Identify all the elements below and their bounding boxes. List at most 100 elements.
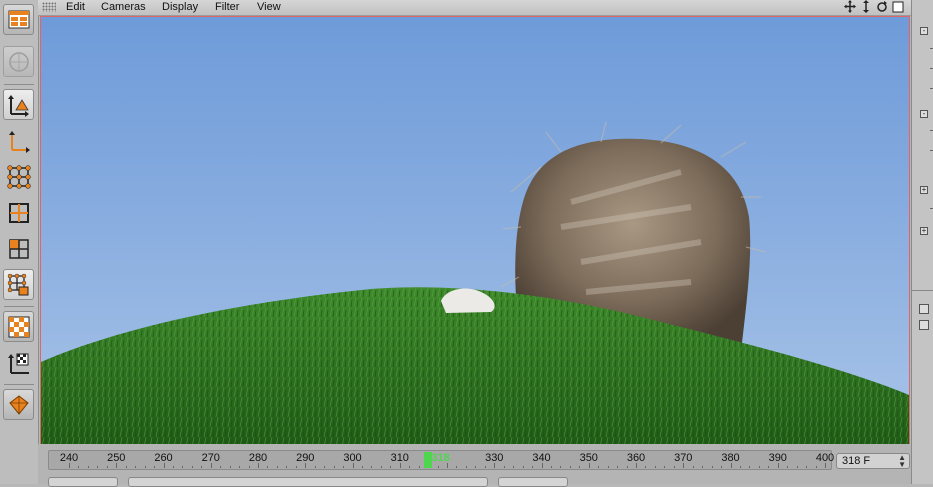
timeline-tick <box>172 466 174 468</box>
sculpt-button[interactable] <box>3 389 34 420</box>
timeline-tick <box>636 463 637 468</box>
timeline-tick <box>361 466 363 468</box>
timeline-tick <box>343 466 345 468</box>
timeline: 2402502602702802903003103203303403503603… <box>38 444 911 487</box>
object-axis-button[interactable] <box>3 125 34 156</box>
move-view-icon[interactable] <box>844 0 856 13</box>
viewport-render[interactable] <box>40 16 910 445</box>
timeline-tick <box>371 466 373 468</box>
timeline-tick <box>258 463 259 468</box>
timeline-tick <box>664 466 666 468</box>
timeline-tick <box>191 466 193 468</box>
rotate-view-icon[interactable] <box>876 0 888 13</box>
timeline-tick <box>125 466 127 468</box>
timeline-tick <box>673 466 675 468</box>
playhead-marker[interactable] <box>423 452 432 468</box>
timeline-tick <box>692 466 694 468</box>
timeline-tick <box>154 466 156 468</box>
model-mode-icon <box>8 95 29 117</box>
timeline-tick <box>87 466 89 468</box>
menu-view[interactable]: View <box>257 0 281 14</box>
start-frame-field[interactable] <box>48 477 118 487</box>
timeline-tick <box>267 466 269 468</box>
left-toolbar <box>0 0 39 484</box>
uvw-mode-icon <box>7 273 29 296</box>
timeline-tick <box>598 466 600 468</box>
texture-axis-icon <box>8 353 29 374</box>
timeline-tick <box>503 466 505 468</box>
timeline-tick <box>806 466 808 468</box>
timeline-tick <box>276 466 278 468</box>
texture-axis-button[interactable] <box>3 347 34 378</box>
expand-icon[interactable]: - <box>920 110 928 118</box>
timeline-tick <box>758 466 760 468</box>
timeline-tick <box>711 466 713 468</box>
right-panel: - - + + <box>911 0 933 484</box>
timeline-tick <box>796 466 798 468</box>
timeline-tick <box>295 466 297 468</box>
timeline-tick <box>465 466 467 468</box>
timeline-tick <box>380 466 382 468</box>
timeline-tick <box>305 463 307 468</box>
timeline-tick <box>815 466 817 468</box>
object-axis-icon <box>9 131 30 153</box>
expand-icon[interactable]: + <box>920 186 928 194</box>
timeline-tick <box>239 466 241 468</box>
timeline-tick <box>69 463 70 468</box>
timeline-tick <box>825 463 826 468</box>
stepper-arrows-icon[interactable]: ▲ ▼ <box>898 454 906 469</box>
current-frame-field[interactable]: 318 F ▲ ▼ <box>836 453 910 469</box>
timeline-tick <box>645 466 647 468</box>
scroll-box-icon[interactable] <box>919 320 929 330</box>
points-mode-button[interactable] <box>3 161 34 192</box>
scroll-box-icon[interactable] <box>919 304 929 314</box>
timeline-tick <box>333 466 335 468</box>
polygons-mode-icon <box>9 239 29 259</box>
timeline-tick <box>749 466 751 468</box>
timeline-tick <box>569 466 571 468</box>
sculpt-icon <box>9 395 29 415</box>
expand-icon[interactable]: - <box>920 27 928 35</box>
menu-display[interactable]: Display <box>162 0 198 14</box>
toggle-view-icon[interactable] <box>892 0 904 13</box>
timeline-tick <box>116 463 118 468</box>
timeline-tick <box>144 466 146 468</box>
timeline-tick <box>437 466 439 468</box>
menu-filter[interactable]: Filter <box>215 0 239 14</box>
timeline-tick <box>229 466 231 468</box>
timeline-tick <box>588 463 590 468</box>
texture-mode-button[interactable] <box>3 311 34 342</box>
zoom-view-icon[interactable] <box>860 0 872 13</box>
timeline-tick <box>550 466 552 468</box>
timeline-tick <box>182 466 184 468</box>
timeline-ruler[interactable]: 2402502602702802903003103203303403503603… <box>48 450 834 470</box>
timeline-tick <box>97 466 99 468</box>
timeline-tick <box>78 466 80 468</box>
edges-mode-button[interactable] <box>3 197 34 228</box>
polygons-mode-button[interactable] <box>3 233 34 264</box>
grip-icon <box>42 2 56 12</box>
timeline-tick <box>324 466 326 468</box>
timeline-tick <box>248 466 250 468</box>
timeline-tick <box>286 466 288 468</box>
render-region-button[interactable] <box>3 46 34 77</box>
timeline-tick <box>626 466 628 468</box>
timeline-tick <box>532 466 534 468</box>
timeline-tick <box>607 466 609 468</box>
layout-button[interactable] <box>3 4 34 35</box>
menu-edit[interactable]: Edit <box>66 0 85 14</box>
timeline-tick <box>220 466 222 468</box>
menu-cameras[interactable]: Cameras <box>101 0 146 14</box>
timeline-tick <box>210 463 212 468</box>
preview-range-slider[interactable] <box>128 477 488 487</box>
timeline-tick <box>787 466 789 468</box>
layout-icon <box>8 10 30 29</box>
end-frame-field[interactable] <box>498 477 568 487</box>
timeline-tick <box>560 466 562 468</box>
model-mode-button[interactable] <box>3 89 34 120</box>
timeline-tick <box>739 466 741 468</box>
texture-mode-icon <box>8 316 30 338</box>
timeline-tick <box>777 463 779 468</box>
uvw-mode-button[interactable] <box>3 269 34 300</box>
expand-icon[interactable]: + <box>920 227 928 235</box>
